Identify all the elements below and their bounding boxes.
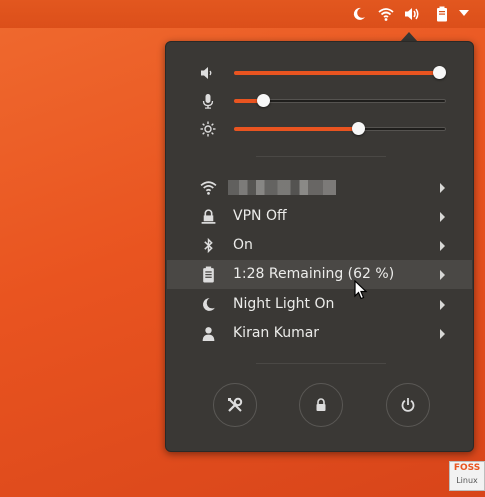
- top-panel: [0, 0, 485, 28]
- menu-item-label: On: [233, 237, 253, 253]
- mouse-cursor: [354, 280, 368, 300]
- volume-slider-handle[interactable]: [432, 66, 446, 79]
- menu-item-user[interactable]: Kiran Kumar: [167, 319, 472, 348]
- settings-button[interactable]: [213, 383, 257, 427]
- brightness-slider-fill: [234, 127, 360, 131]
- system-menu-arrow-icon[interactable]: [459, 9, 475, 25]
- lock-icon: [316, 398, 326, 411]
- separator: [256, 363, 386, 364]
- wifi-icon[interactable]: [378, 6, 394, 22]
- battery-icon: [200, 266, 217, 283]
- brightness-icon: [200, 121, 216, 137]
- bluetooth-icon: [200, 237, 217, 254]
- chevron-right-icon: [440, 183, 445, 193]
- menu-item-night-light[interactable]: Night Light On: [167, 290, 472, 319]
- vpn-icon: [200, 208, 217, 225]
- menu-item-bluetooth[interactable]: On: [167, 231, 472, 260]
- speaker-icon: [200, 65, 216, 81]
- wifi-icon: [200, 179, 217, 196]
- night-light-icon[interactable]: [351, 6, 367, 22]
- settings-icon: [228, 397, 243, 412]
- menu-item-wifi[interactable]: [167, 173, 472, 202]
- watermark-line2: Linux: [456, 476, 478, 485]
- night-light-icon: [200, 296, 217, 313]
- network-name-redacted: [228, 180, 336, 195]
- menu-item-label: VPN Off: [233, 208, 287, 224]
- system-menu: VPN Off On 1:28 Remaining (62 %) Night L…: [165, 41, 474, 452]
- menu-item-label: Kiran Kumar: [233, 325, 320, 341]
- chevron-right-icon: [440, 212, 445, 222]
- menu-item-vpn[interactable]: VPN Off: [167, 202, 472, 231]
- brightness-slider-handle[interactable]: [352, 122, 366, 135]
- microphone-slider[interactable]: [234, 94, 446, 107]
- menu-item-label: Night Light On: [233, 296, 335, 312]
- menu-item-label: 1:28 Remaining (62 %): [233, 266, 395, 282]
- lock-button[interactable]: [299, 383, 343, 427]
- power-button[interactable]: [386, 383, 430, 427]
- volume-slider[interactable]: [234, 66, 446, 79]
- microphone-slider-row: [166, 90, 473, 112]
- power-icon: [401, 398, 415, 412]
- volume-slider-fill: [234, 71, 440, 75]
- foss-linux-watermark: FOSS Linux: [449, 461, 485, 491]
- user-icon: [200, 325, 217, 342]
- brightness-slider[interactable]: [234, 122, 446, 135]
- watermark-line1: FOSS: [453, 463, 481, 473]
- chevron-right-icon: [440, 241, 445, 251]
- microphone-icon: [200, 93, 216, 109]
- brightness-slider-row: [166, 118, 473, 140]
- chevron-right-icon: [440, 270, 445, 280]
- microphone-slider-handle[interactable]: [256, 94, 270, 107]
- separator: [256, 156, 386, 157]
- volume-slider-row: [166, 62, 473, 84]
- chevron-right-icon: [440, 329, 445, 339]
- volume-icon[interactable]: [404, 6, 420, 22]
- chevron-right-icon: [440, 300, 445, 310]
- battery-icon[interactable]: [434, 6, 450, 22]
- menu-item-battery[interactable]: 1:28 Remaining (62 %): [167, 260, 472, 289]
